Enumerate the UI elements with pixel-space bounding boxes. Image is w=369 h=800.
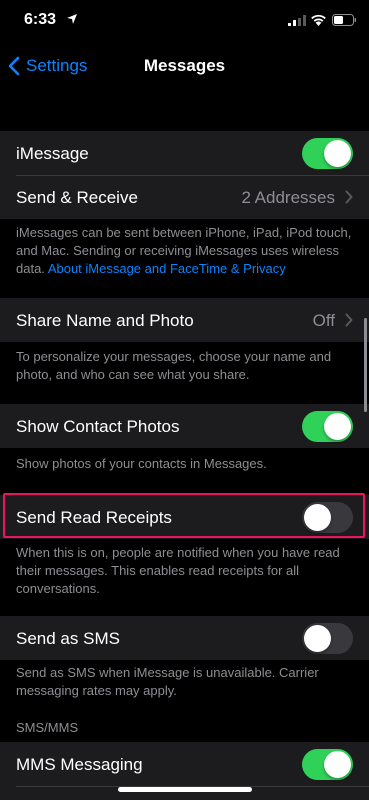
row-separator <box>16 175 369 176</box>
toggle-knob <box>304 625 331 652</box>
imessage-toggle[interactable] <box>302 138 353 169</box>
wifi-icon <box>311 14 326 26</box>
battery-icon <box>332 14 356 26</box>
about-imessage-link[interactable]: About iMessage and FaceTime & Privacy <box>48 261 286 276</box>
location-arrow-icon <box>67 14 77 24</box>
cellular-signal-icon <box>288 15 306 26</box>
page-title: Messages <box>143 56 226 75</box>
mms-label: MMS Messaging <box>16 755 143 774</box>
send-receive-value: 2 Addresses <box>241 188 335 207</box>
chevron-right-icon <box>345 190 353 204</box>
mms-row: MMS Messaging <box>0 742 369 786</box>
toggle-knob <box>324 413 351 440</box>
highlight-box <box>3 493 365 538</box>
read-receipts-footer: When this is on, people are notified whe… <box>16 545 340 596</box>
mms-toggle[interactable] <box>302 749 353 780</box>
share-name-label: Share Name and Photo <box>16 311 194 330</box>
contact-photos-toggle[interactable] <box>302 411 353 442</box>
sms-mms-header: SMS/MMS <box>16 720 79 735</box>
toggle-knob <box>324 140 351 167</box>
toggle-knob <box>324 751 351 778</box>
send-sms-label: Send as SMS <box>16 629 120 648</box>
share-footer: To personalize your messages, choose you… <box>16 349 332 382</box>
share-name-row[interactable]: Share Name and Photo Off <box>0 298 369 342</box>
contact-photos-row: Show Contact Photos <box>0 404 369 448</box>
home-indicator[interactable] <box>118 787 252 792</box>
imessage-label: iMessage <box>16 144 89 163</box>
send-sms-toggle[interactable] <box>302 623 353 654</box>
imessage-row: iMessage <box>0 131 369 175</box>
send-sms-footer: Send as SMS when iMessage is unavailable… <box>16 665 319 698</box>
status-time: 6:33 <box>24 11 57 28</box>
imessage-footer: iMessages can be sent between iPhone, iP… <box>16 224 352 278</box>
navigation-bar: Settings Messages <box>0 44 369 88</box>
status-bar: 6:33 <box>0 0 369 44</box>
scrollbar[interactable] <box>364 318 367 412</box>
send-sms-row: Send as SMS <box>0 616 369 660</box>
chevron-right-icon <box>345 313 353 327</box>
contact-photos-label: Show Contact Photos <box>16 417 180 436</box>
send-receive-label: Send & Receive <box>16 188 138 207</box>
contact-photos-footer: Show photos of your contacts in Messages… <box>16 456 267 471</box>
share-name-value: Off <box>312 311 335 330</box>
send-receive-row[interactable]: Send & Receive 2 Addresses <box>0 175 369 219</box>
